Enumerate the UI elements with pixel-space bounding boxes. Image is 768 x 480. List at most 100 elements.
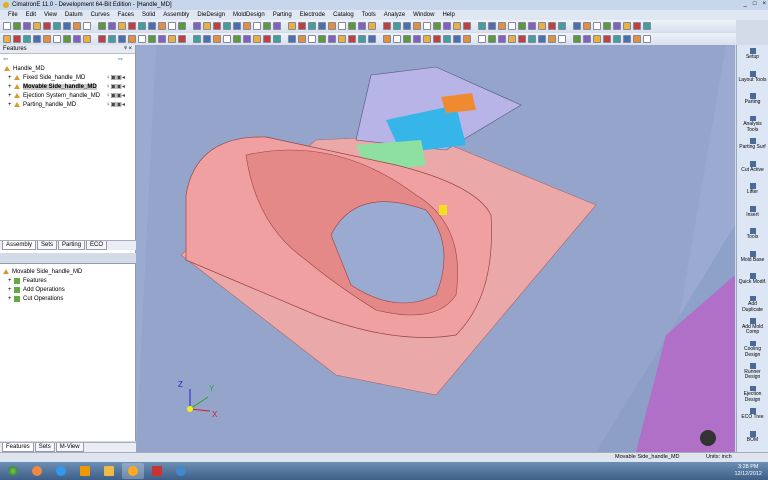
toolbar-button-icon[interactable]: [73, 22, 81, 30]
toolbar-button-icon[interactable]: [308, 22, 316, 30]
toolbar-button-icon[interactable]: [118, 22, 126, 30]
visibility-icons[interactable]: ♀▣▣◂: [106, 92, 125, 99]
toolbar-button-icon[interactable]: [368, 35, 376, 43]
palette-ejection-design[interactable]: Ejection Design: [737, 385, 768, 404]
toolbar-button-icon[interactable]: [193, 35, 201, 43]
maximize-button[interactable]: □: [753, 1, 757, 7]
toolbar-button-icon[interactable]: [203, 35, 211, 43]
toolbar-button-icon[interactable]: [433, 35, 441, 43]
toolbar-button-icon[interactable]: [328, 35, 336, 43]
minimize-button[interactable]: _: [744, 1, 747, 7]
tree-item[interactable]: + Fixed Side_handle_MD ♀▣▣◂: [0, 73, 135, 82]
nav-arrows[interactable]: ⇦ ⇨: [0, 54, 135, 64]
toolbar-button-icon[interactable]: [3, 35, 11, 43]
tree-item[interactable]: + Parting_handle_MD ♀▣▣◂: [0, 100, 135, 109]
toolbar-button-icon[interactable]: [223, 35, 231, 43]
toolbar-button-icon[interactable]: [413, 35, 421, 43]
tab-assembly[interactable]: Assembly: [2, 241, 37, 250]
palette-analysis-tools[interactable]: Analysis Tools: [737, 115, 768, 134]
palette-cooling-design[interactable]: Cooling Design: [737, 340, 768, 359]
toolbar-button-icon[interactable]: [518, 35, 526, 43]
tab-features[interactable]: Features: [2, 443, 34, 452]
toolbar-button-icon[interactable]: [643, 35, 651, 43]
toolbar-button-icon[interactable]: [223, 22, 231, 30]
toolbar-button-icon[interactable]: [213, 35, 221, 43]
palette-tools[interactable]: Tools: [737, 228, 768, 246]
toolbar-button-icon[interactable]: [348, 35, 356, 43]
menu-catalog[interactable]: Catalog: [333, 12, 354, 18]
taskbar-media[interactable]: [26, 463, 48, 479]
toolbar-button-icon[interactable]: [443, 35, 451, 43]
tab-eco[interactable]: ECO: [86, 241, 108, 250]
toolbar-button-icon[interactable]: [98, 35, 106, 43]
toolbar-button-icon[interactable]: [403, 35, 411, 43]
menu-parting[interactable]: Parting: [273, 12, 292, 18]
toolbar-button-icon[interactable]: [478, 35, 486, 43]
toolbar-button-icon[interactable]: [328, 22, 336, 30]
toolbar-button-icon[interactable]: [288, 35, 296, 43]
menu-assembly[interactable]: Assembly: [163, 12, 189, 18]
toolbar-button-icon[interactable]: [528, 22, 536, 30]
toolbar-button-icon[interactable]: [73, 35, 81, 43]
toolbar-button-icon[interactable]: [433, 22, 441, 30]
menu-electrode[interactable]: Electrode: [300, 12, 325, 18]
toolbar-button-icon[interactable]: [518, 22, 526, 30]
toolbar-button-icon[interactable]: [548, 35, 556, 43]
palette-lifter[interactable]: Lifter: [737, 183, 768, 201]
menu-analyze[interactable]: Analyze: [384, 12, 405, 18]
toolbar-button-icon[interactable]: [558, 22, 566, 30]
toolbar-button-icon[interactable]: [98, 22, 106, 30]
toolbar-button-icon[interactable]: [23, 22, 31, 30]
tab-parting[interactable]: Parting: [58, 241, 86, 250]
toolbar-button-icon[interactable]: [498, 35, 506, 43]
toolbar-button-icon[interactable]: [443, 22, 451, 30]
toolbar-button-icon[interactable]: [623, 22, 631, 30]
palette-bom[interactable]: BOM: [737, 430, 768, 449]
toolbar-button-icon[interactable]: [508, 35, 516, 43]
taskbar-pdf[interactable]: [146, 463, 168, 479]
menu-file[interactable]: File: [8, 12, 18, 18]
toolbar-button-icon[interactable]: [33, 35, 41, 43]
sub-tree-root[interactable]: Movable Side_handle_MD: [0, 267, 135, 276]
palette-cut-active[interactable]: Cut Active: [737, 160, 768, 179]
toolbar-button-icon[interactable]: [178, 22, 186, 30]
toolbar-button-icon[interactable]: [508, 22, 516, 30]
tree-item[interactable]: + Ejection System_handle_MD ♀▣▣◂: [0, 91, 135, 100]
palette-mold-base[interactable]: Mold Base: [737, 250, 768, 269]
toolbar-button-icon[interactable]: [158, 22, 166, 30]
expand-toggle[interactable]: +: [8, 93, 14, 99]
toolbar-button-icon[interactable]: [108, 22, 116, 30]
toolbar-button-icon[interactable]: [488, 22, 496, 30]
toolbar-button-icon[interactable]: [63, 22, 71, 30]
menu-help[interactable]: Help: [442, 12, 454, 18]
panel-pin-close[interactable]: ᵠ ×: [124, 46, 132, 52]
toolbar-button-icon[interactable]: [108, 35, 116, 43]
toolbar-button-icon[interactable]: [403, 22, 411, 30]
toolbar-button-icon[interactable]: [358, 22, 366, 30]
toolbar-button-icon[interactable]: [263, 22, 271, 30]
toolbar-button-icon[interactable]: [233, 22, 241, 30]
taskbar-explorer[interactable]: [98, 463, 120, 479]
toolbar-button-icon[interactable]: [478, 22, 486, 30]
toolbar-button-icon[interactable]: [23, 35, 31, 43]
expand-toggle[interactable]: +: [8, 75, 14, 81]
menu-tools[interactable]: Tools: [362, 12, 376, 18]
toolbar-button-icon[interactable]: [298, 22, 306, 30]
toolbar-button-icon[interactable]: [243, 35, 251, 43]
menu-faces[interactable]: Faces: [118, 12, 134, 18]
toolbar-button-icon[interactable]: [593, 35, 601, 43]
toolbar-button-icon[interactable]: [498, 22, 506, 30]
toolbar-button-icon[interactable]: [168, 22, 176, 30]
toolbar-button-icon[interactable]: [263, 35, 271, 43]
palette-parting[interactable]: Parting: [737, 93, 768, 111]
toolbar-button-icon[interactable]: [633, 35, 641, 43]
toolbar-button-icon[interactable]: [423, 22, 431, 30]
toolbar-button-icon[interactable]: [43, 22, 51, 30]
clock-time[interactable]: 3:28 PM: [734, 464, 762, 471]
toolbar-button-icon[interactable]: [643, 22, 651, 30]
visibility-icons[interactable]: ♀▣▣◂: [106, 74, 125, 81]
taskbar-ie[interactable]: [50, 463, 72, 479]
toolbar-button-icon[interactable]: [318, 22, 326, 30]
toolbar-button-icon[interactable]: [138, 35, 146, 43]
toolbar-button-icon[interactable]: [338, 35, 346, 43]
